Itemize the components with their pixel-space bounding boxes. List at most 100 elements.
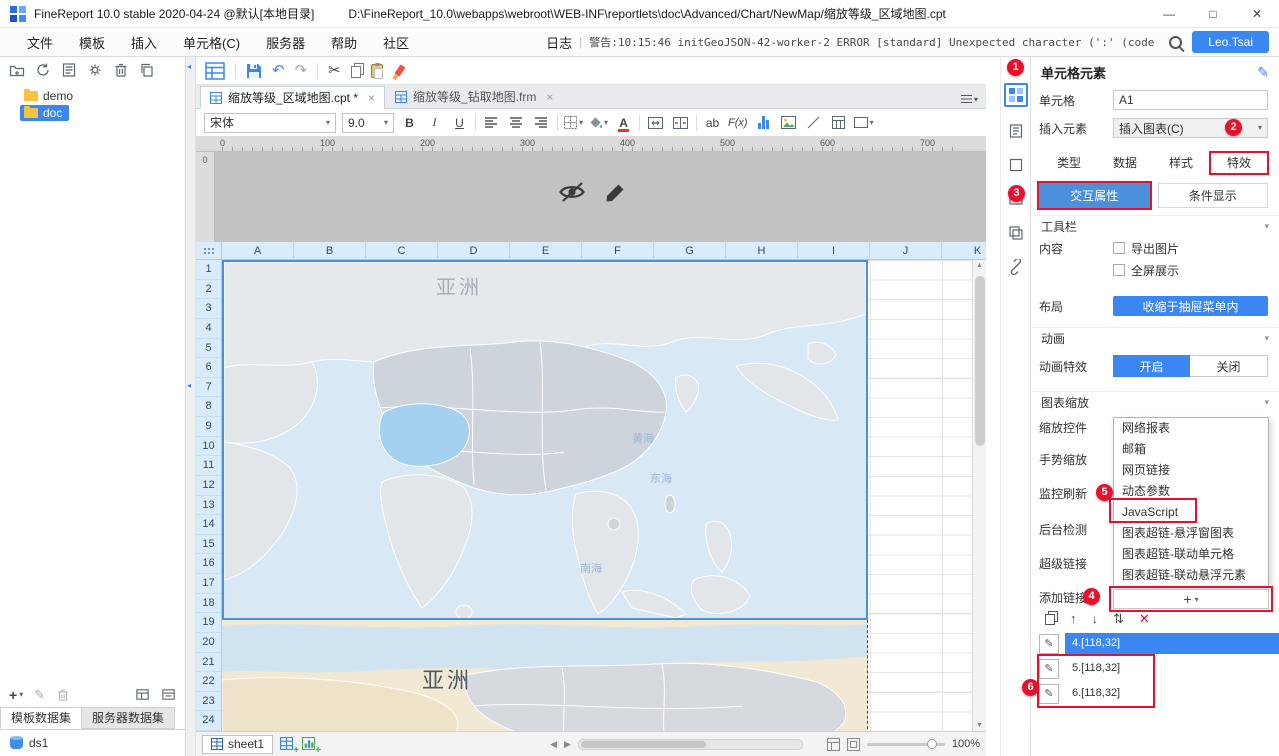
- collapse-to-drawer-option[interactable]: 收缩于抽屉菜单内: [1113, 296, 1268, 316]
- collapse-left-icon[interactable]: ◂: [187, 382, 191, 390]
- animation-section-header[interactable]: 动画 ▾: [1031, 327, 1279, 349]
- redo-button[interactable]: ↷: [295, 63, 308, 78]
- add-link-button[interactable]: + ▾: [1113, 589, 1269, 609]
- tab-list-dropdown[interactable]: ▾: [960, 94, 978, 108]
- connection-icon[interactable]: [161, 687, 176, 702]
- zoom-slider[interactable]: [866, 738, 945, 749]
- collapse-left-icon[interactable]: ◂: [187, 63, 191, 71]
- edit-link-icon[interactable]: ✎: [1039, 683, 1059, 704]
- menu-item[interactable]: 模板: [66, 28, 118, 57]
- row-header[interactable]: 11: [196, 456, 221, 476]
- link-list-item[interactable]: ✎ 6.[118,32]: [1031, 681, 1279, 706]
- column-header[interactable]: I: [798, 242, 870, 260]
- add-dataset-button[interactable]: + ▾: [9, 688, 23, 702]
- menu-item[interactable]: 插入: [118, 28, 170, 57]
- row-header[interactable]: 6: [196, 358, 221, 378]
- region-map-chart[interactable]: 亚洲 黄海 东海 南海: [222, 260, 868, 620]
- condition-display-tab[interactable]: 条件显示: [1157, 183, 1268, 208]
- insert-slope-line-button[interactable]: [804, 113, 823, 133]
- edit-pencil-icon[interactable]: [604, 182, 626, 204]
- column-header[interactable]: E: [510, 242, 582, 260]
- insert-image-button[interactable]: [779, 113, 798, 133]
- underline-button[interactable]: U: [450, 113, 469, 133]
- column-header[interactable]: J: [870, 242, 942, 260]
- text-widget-button[interactable]: ab: [703, 113, 722, 133]
- minimize-button[interactable]: —: [1147, 0, 1191, 27]
- column-header[interactable]: B: [294, 242, 366, 260]
- move-down-icon[interactable]: ↓: [1092, 612, 1099, 625]
- property-tab[interactable]: 样式: [1153, 151, 1209, 175]
- delete-link-icon[interactable]: ✕: [1139, 612, 1150, 625]
- dropdown-item[interactable]: 动态参数: [1114, 481, 1268, 502]
- property-tab[interactable]: 特效: [1209, 151, 1269, 175]
- border-settings-button[interactable]: ▾: [564, 113, 583, 133]
- scrollbar-thumb[interactable]: [580, 740, 706, 748]
- row-header[interactable]: 4: [196, 319, 221, 339]
- close-button[interactable]: ✕: [1235, 0, 1279, 27]
- dataset-tab[interactable]: 模板数据集: [0, 707, 83, 729]
- scrollbar-thumb[interactable]: [975, 276, 985, 446]
- fill-color-button[interactable]: ▾: [589, 113, 608, 133]
- column-header[interactable]: A: [222, 242, 294, 260]
- menu-item[interactable]: 服务器: [253, 28, 318, 57]
- dataset-item[interactable]: ds1: [10, 736, 175, 750]
- sheet-tab[interactable]: sheet1: [202, 734, 274, 754]
- page-view-icon[interactable]: [826, 737, 840, 751]
- save-button[interactable]: [246, 63, 262, 79]
- column-header[interactable]: D: [438, 242, 510, 260]
- column-header[interactable]: K: [942, 242, 986, 260]
- dropdown-item[interactable]: 邮箱: [1114, 439, 1268, 460]
- select-all-corner[interactable]: [196, 242, 222, 260]
- font-color-button[interactable]: A: [614, 113, 633, 133]
- bold-button[interactable]: B: [400, 113, 419, 133]
- hyperlink-panel-icon[interactable]: [1004, 255, 1028, 279]
- move-up-icon[interactable]: ↑: [1070, 612, 1077, 625]
- edit-panel-icon[interactable]: ✎: [1257, 64, 1269, 81]
- delete-icon[interactable]: [113, 62, 129, 78]
- insert-subreport-button[interactable]: [829, 113, 848, 133]
- document-tab[interactable]: 缩放等级_钻取地图.frm ×: [385, 85, 563, 108]
- row-header[interactable]: 10: [196, 437, 221, 457]
- scroll-left-icon[interactable]: ◀: [550, 739, 557, 750]
- row-header[interactable]: 16: [196, 554, 221, 574]
- row-header[interactable]: 7: [196, 378, 221, 398]
- log-button[interactable]: 日志: [546, 33, 572, 52]
- row-header[interactable]: 18: [196, 594, 221, 614]
- cell-reference-input[interactable]: [1113, 90, 1268, 110]
- row-header[interactable]: 22: [196, 672, 221, 692]
- scroll-down-icon[interactable]: ▼: [973, 722, 986, 729]
- row-header[interactable]: 20: [196, 633, 221, 653]
- settings-icon[interactable]: [87, 62, 103, 78]
- animation-off-button[interactable]: 关闭: [1190, 355, 1268, 377]
- scroll-right-icon[interactable]: ▶: [564, 739, 571, 750]
- align-center-button[interactable]: [507, 113, 526, 133]
- dataset-tab[interactable]: 服务器数据集: [82, 707, 176, 729]
- row-header[interactable]: 15: [196, 535, 221, 555]
- dropdown-item[interactable]: 图表超链-联动单元格: [1114, 544, 1268, 565]
- row-header[interactable]: 17: [196, 574, 221, 594]
- insert-widget-button[interactable]: ▾: [853, 113, 874, 133]
- animation-on-button[interactable]: 开启: [1113, 355, 1190, 377]
- dropdown-item[interactable]: 图表超链-联动悬浮元素: [1114, 565, 1268, 586]
- row-header[interactable]: 9: [196, 417, 221, 437]
- eye-off-icon[interactable]: [558, 180, 586, 204]
- delete-dataset-icon[interactable]: [56, 688, 70, 702]
- unmerge-cells-button[interactable]: [671, 113, 690, 133]
- dropdown-item[interactable]: 网页链接: [1114, 460, 1268, 481]
- preview-dataset-icon[interactable]: [135, 687, 150, 702]
- edit-link-icon[interactable]: ✎: [1039, 658, 1059, 679]
- paste-button[interactable]: [370, 62, 383, 79]
- floating-element-panel-icon[interactable]: [1004, 153, 1028, 177]
- row-header[interactable]: 23: [196, 692, 221, 712]
- export-image-checkbox[interactable]: [1113, 242, 1125, 254]
- condition-display-panel-icon[interactable]: [1004, 221, 1028, 245]
- refresh-icon[interactable]: [35, 62, 51, 78]
- property-tab[interactable]: 数据: [1097, 151, 1153, 175]
- insert-element-select[interactable]: 插入图表(C) ▾: [1113, 118, 1268, 138]
- edit-link-icon[interactable]: ✎: [1039, 633, 1059, 654]
- column-header[interactable]: C: [366, 242, 438, 260]
- property-tab[interactable]: 类型: [1041, 151, 1097, 175]
- align-left-button[interactable]: [482, 113, 501, 133]
- menu-item[interactable]: 帮助: [318, 28, 370, 57]
- folder-tree-item[interactable]: doc: [20, 105, 70, 121]
